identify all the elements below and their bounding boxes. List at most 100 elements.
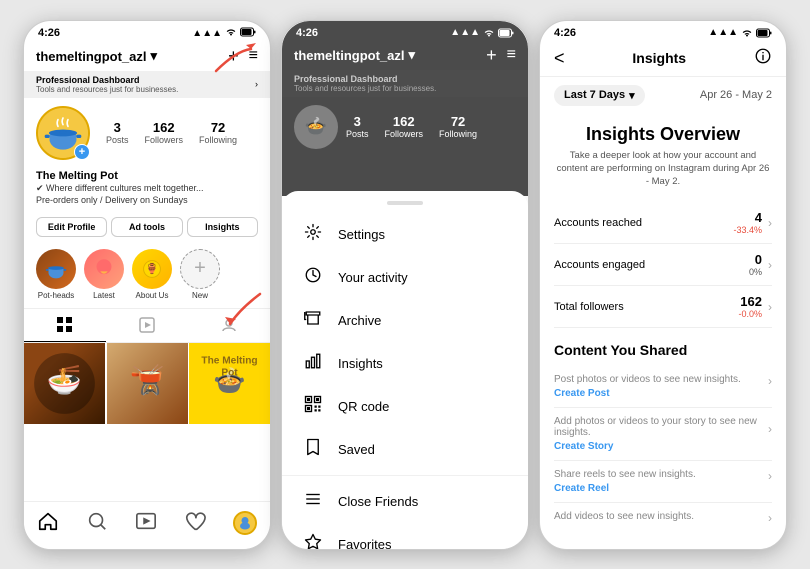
nav-home[interactable] [37, 510, 59, 537]
saved-icon [302, 438, 324, 461]
bio-line1: ✔ Where different cultures melt together… [36, 182, 258, 195]
metric-name-reached: Accounts reached [554, 217, 642, 229]
highlight-new[interactable]: + New [180, 249, 220, 300]
metric-right-reached: 4 -33.4% [733, 210, 762, 235]
nav-search[interactable] [86, 510, 108, 537]
create-post-link[interactable]: Create Post [554, 388, 772, 399]
photo-1[interactable]: 🍜 [24, 343, 105, 424]
tab-grid[interactable] [24, 309, 106, 342]
pro-dashboard-subtitle: Tools and resources just for businesses. [36, 85, 178, 94]
photo-2[interactable]: 🫕 [107, 343, 188, 424]
highlight-circle-aboutus: 🏺 [132, 249, 172, 289]
date-filter-button[interactable]: Last 7 Days ▾ [554, 85, 645, 106]
menu-settings-label: Settings [338, 227, 385, 242]
following-count: 72 [199, 120, 237, 135]
menu-qrcode[interactable]: QR code [282, 385, 528, 428]
insights-overview-subtitle: Take a deeper look at how your account a… [554, 149, 772, 189]
insights-content: Insights Overview Take a deeper look at … [540, 114, 786, 522]
menu-closefriends[interactable]: Close Friends [282, 480, 528, 523]
content-section-title: Content You Shared [554, 342, 772, 358]
menu-activity-label: Your activity [338, 270, 408, 285]
settings-icon [302, 223, 324, 246]
metric-value-row-3: 162 -0.0% › [738, 294, 772, 319]
metric-value-followers: 162 [738, 294, 762, 309]
content-row-story-inner: Add photos or videos to your story to se… [554, 416, 772, 441]
menu-favorites-label: Favorites [338, 537, 391, 549]
menu-icon[interactable]: ≡ [249, 47, 258, 65]
content-hint-post: Post photos or videos to see new insight… [554, 374, 741, 385]
menu-separator-1 [282, 475, 528, 476]
metric-total-followers[interactable]: Total followers 162 -0.0% › [554, 286, 772, 328]
chevron-down-icon: ▾ [629, 89, 635, 102]
edit-profile-button[interactable]: Edit Profile [36, 217, 107, 237]
photo-3[interactable]: 🍲The MeltingPot [189, 343, 270, 424]
avatar-dark: 🍲 [294, 105, 338, 149]
content-chevron-video: › [768, 511, 772, 521]
status-icons-dark: ▲▲▲ [450, 27, 514, 38]
menu-insights[interactable]: Insights [282, 342, 528, 385]
menu-archive-label: Archive [338, 313, 381, 328]
content-row-video-inner: Add videos to see new insights. › [554, 511, 772, 521]
highlights: Pot-heads Latest 🏺 About Us + New [24, 241, 270, 308]
content-row-reel[interactable]: Share reels to see new insights. › Creat… [554, 461, 772, 503]
status-bar-insights: 4:26 ▲▲▲ [540, 21, 786, 41]
info-icon[interactable] [754, 47, 772, 70]
content-row-post[interactable]: Post photos or videos to see new insight… [554, 366, 772, 408]
phone-profile: 4:26 ▲▲▲ themeltingpot_azl ▾ + ≡ Profess… [23, 20, 271, 550]
chevron-icon: ▾ [151, 48, 158, 64]
username-row[interactable]: themeltingpot_azl ▾ [36, 48, 157, 64]
menu-saved[interactable]: Saved [282, 428, 528, 471]
avatar-container: + [36, 106, 90, 160]
content-row-video[interactable]: Add videos to see new insights. › [554, 503, 772, 521]
nav-heart[interactable] [184, 510, 206, 537]
tab-tagged[interactable] [188, 309, 270, 342]
pro-dashboard[interactable]: Professional Dashboard Tools and resourc… [24, 71, 270, 98]
highlight-label-aboutus: About Us [132, 291, 172, 300]
create-story-link[interactable]: Create Story [554, 441, 772, 452]
highlight-circle-latest [84, 249, 124, 289]
highlight-circle-new: + [180, 249, 220, 289]
metric-accounts-reached[interactable]: Accounts reached 4 -33.4% › [554, 202, 772, 244]
menu-divider [387, 201, 423, 205]
status-icons: ▲▲▲ [192, 27, 256, 40]
followers-stat: 162 Followers [145, 120, 184, 145]
menu-settings[interactable]: Settings [282, 213, 528, 256]
ad-tools-button[interactable]: Ad tools [111, 217, 182, 237]
highlight-latest[interactable]: Latest [84, 249, 124, 300]
following-stat: 72 Following [199, 120, 237, 145]
nav-avatar[interactable] [233, 511, 257, 535]
status-bar-dark: 4:26 ▲▲▲ [282, 21, 528, 41]
metric-right-engaged: 0 0% [749, 252, 762, 277]
checkmark-icon: ✔ [36, 183, 46, 193]
wifi-icon [225, 27, 237, 40]
posts-count: 3 [106, 120, 129, 135]
date-filter-label: Last 7 Days [564, 89, 625, 101]
archive-icon [302, 309, 324, 332]
content-chevron-reel: › [768, 469, 772, 483]
avatar-plus-button[interactable]: + [74, 144, 90, 160]
insights-button[interactable]: Insights [187, 217, 258, 237]
stats-numbers-dark: 3Posts 162Followers 72Following [346, 114, 477, 139]
metric-chevron-reached: › [768, 216, 772, 230]
stats-dark: 🍲 3Posts 162Followers 72Following [282, 97, 528, 157]
add-post-icon[interactable]: + [228, 46, 239, 67]
metric-chevron-followers: › [768, 300, 772, 314]
metric-accounts-engaged[interactable]: Accounts engaged 0 0% › [554, 244, 772, 286]
menu-qrcode-label: QR code [338, 399, 389, 414]
menu-favorites[interactable]: Favorites [282, 523, 528, 549]
tab-reels[interactable] [106, 309, 188, 342]
metric-value-reached: 4 [733, 210, 762, 225]
status-icons-insights: ▲▲▲ [708, 27, 772, 38]
menu-activity[interactable]: Your activity [282, 256, 528, 299]
back-button[interactable]: < [554, 48, 565, 69]
closefriends-icon [302, 490, 324, 513]
highlight-aboutus[interactable]: 🏺 About Us [132, 249, 172, 300]
content-row-story[interactable]: Add photos or videos to your story to se… [554, 408, 772, 461]
menu-archive[interactable]: Archive [282, 299, 528, 342]
metric-value-row-2: 0 0% › [749, 252, 772, 277]
pro-dashboard-dark: Professional Dashboard Tools and resourc… [282, 70, 528, 97]
create-reel-link[interactable]: Create Reel [554, 483, 772, 494]
highlight-potheads[interactable]: Pot-heads [36, 249, 76, 300]
nav-video[interactable] [135, 510, 157, 537]
content-hint-reel: Share reels to see new insights. [554, 469, 696, 480]
